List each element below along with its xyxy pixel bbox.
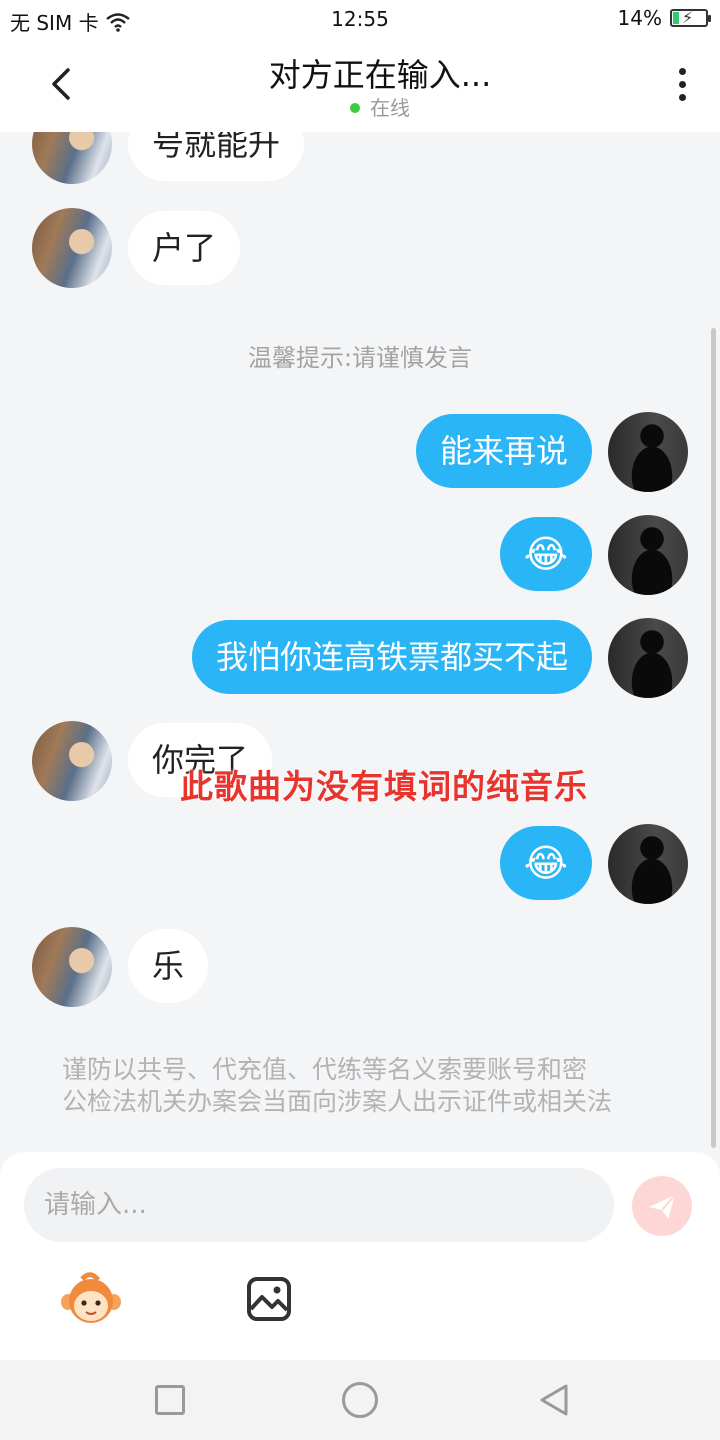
my-avatar[interactable] xyxy=(608,618,688,698)
contact-avatar[interactable] xyxy=(32,208,112,288)
status-bar: 无 SIM 卡 12:55 14% ⚡ xyxy=(0,0,720,40)
online-status-text: 在线 xyxy=(370,96,410,120)
back-triangle-icon[interactable] xyxy=(536,1382,572,1418)
clock: 12:55 xyxy=(331,7,389,31)
fraud-warning-line: 公检法机关办案会当面向涉案人出示证件或相关法 xyxy=(62,1087,613,1116)
image-icon[interactable] xyxy=(246,1276,292,1322)
scrollbar[interactable] xyxy=(711,328,716,1148)
message-bubble-outgoing[interactable]: 😂 xyxy=(499,517,592,591)
my-avatar[interactable] xyxy=(608,412,688,492)
message-list[interactable]: 号就能升 户了 温馨提示:请谨慎发言 能来再说 😂 我怕你连高铁票都买不起 你完… xyxy=(0,132,720,1152)
system-nav-bar xyxy=(0,1360,720,1440)
message-bubble-outgoing[interactable]: 能来再说 xyxy=(415,414,592,488)
chat-title: 对方正在输入... xyxy=(268,56,492,94)
message-bubble-incoming[interactable]: 乐 xyxy=(128,929,209,1003)
message-input[interactable]: 请输入... xyxy=(24,1168,614,1242)
fraud-warning-line: 谨防以共号、代充值、代练等名义索要账号和密 xyxy=(62,1055,588,1084)
my-avatar[interactable] xyxy=(608,824,688,904)
more-options-icon[interactable] xyxy=(676,68,688,104)
message-bubble-incoming[interactable]: 户了 xyxy=(128,211,241,285)
message-bubble-outgoing[interactable]: 😂 xyxy=(499,826,592,900)
composer: 请输入... xyxy=(0,1152,720,1360)
online-status: 在线 xyxy=(0,92,720,121)
online-dot-icon xyxy=(350,102,360,113)
contact-avatar[interactable] xyxy=(32,721,112,801)
contact-avatar[interactable] xyxy=(32,132,112,184)
send-button[interactable] xyxy=(632,1176,692,1236)
home-circle-icon[interactable] xyxy=(342,1382,378,1418)
my-avatar[interactable] xyxy=(608,515,688,595)
recents-square-icon[interactable] xyxy=(155,1385,185,1415)
lyrics-overlay: 此歌曲为没有填词的纯音乐 xyxy=(180,767,588,806)
monkey-mascot-icon[interactable] xyxy=(60,1272,122,1328)
battery-icon: ⚡ xyxy=(670,8,711,27)
paper-plane-icon xyxy=(649,1194,676,1219)
safety-tip: 温馨提示:请谨慎发言 xyxy=(247,344,473,372)
message-bubble-outgoing[interactable]: 我怕你连高铁票都买不起 xyxy=(191,620,592,694)
status-right: 14% ⚡ xyxy=(617,6,711,30)
battery-percent: 14% xyxy=(617,6,662,30)
message-bubble-incoming[interactable]: 号就能升 xyxy=(128,132,305,181)
chat-header: 对方正在输入... 在线 xyxy=(0,40,720,132)
contact-avatar[interactable] xyxy=(32,927,112,1007)
